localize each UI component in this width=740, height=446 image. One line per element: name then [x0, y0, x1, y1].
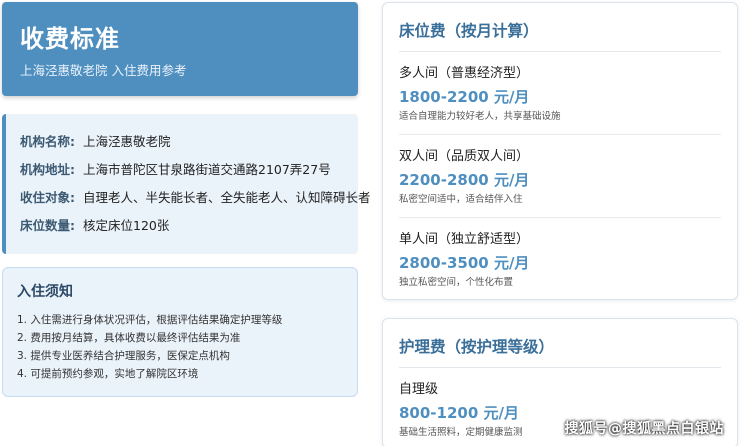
- page-title: 收费标准: [20, 25, 120, 53]
- info-row-name: 机构名称: 上海泾惠敬老院: [20, 126, 344, 154]
- tier-name: 多人间（普惠经济型）: [399, 66, 530, 81]
- notice-item: 1. 入住需进行身体状况评估，根据评估结果确定护理等级: [17, 314, 283, 326]
- bed-tier-single: 单人间（独立舒适型） 2800-3500 元/月 独立私密空间，个性化布置: [399, 218, 721, 300]
- page-subtitle: 上海泾惠敬老院 入住费用参考: [20, 63, 187, 78]
- info-value: 上海泾惠敬老院: [83, 133, 171, 149]
- tier-description: 私密空间适中，适合结伴入住: [399, 194, 523, 205]
- bed-fee-title: 床位费（按月计算）: [399, 19, 721, 52]
- info-row-address: 机构地址: 上海市普陀区甘泉路街道交通路2107弄27号: [20, 154, 344, 182]
- info-key: 收住对象:: [20, 189, 75, 205]
- info-key: 机构地址:: [20, 161, 75, 177]
- info-row-beds: 床位数量: 核定床位120张: [20, 210, 344, 238]
- info-value: 上海市普陀区甘泉路街道交通路2107弄27号: [83, 161, 331, 177]
- info-key: 机构名称:: [20, 133, 75, 149]
- institution-info-card: 机构名称: 上海泾惠敬老院 机构地址: 上海市普陀区甘泉路街道交通路2107弄2…: [2, 114, 371, 254]
- tier-description: 适合自理能力较好老人，共享基础设施: [399, 111, 561, 122]
- bed-tier-double: 双人间（品质双人间） 2200-2800 元/月 私密空间适中，适合结伴入住: [399, 135, 721, 218]
- care-fee-title: 护理费（按护理等级）: [399, 335, 721, 368]
- notice-item: 3. 提供专业医养结合护理服务，医保定点机构: [17, 350, 230, 362]
- header-card: 收费标准 上海泾惠敬老院 入住费用参考: [2, 2, 358, 96]
- notice-item: 2. 费用按月结算，具体收费以最终评估结果为准: [17, 332, 241, 344]
- tier-description: 独立私密空间，个性化布置: [399, 277, 514, 288]
- tier-name: 单人间（独立舒适型）: [399, 232, 530, 247]
- info-value: 核定床位120张: [83, 217, 170, 233]
- admission-notice-card: 入住须知 1. 入住需进行身体状况评估，根据评估结果确定护理等级 2. 费用按月…: [2, 267, 358, 397]
- tier-price: 2800-3500 元/月: [399, 254, 530, 272]
- info-key: 床位数量:: [20, 217, 75, 233]
- info-value: 自理老人、半失能长者、全失能老人、认知障碍长者: [83, 189, 371, 205]
- notice-title: 入住须知: [17, 284, 73, 300]
- bed-fee-card: 床位费（按月计算） 多人间（普惠经济型） 1800-2200 元/月 适合自理能…: [382, 2, 738, 300]
- tier-price: 1800-2200 元/月: [399, 88, 530, 106]
- bed-tier-shared: 多人间（普惠经济型） 1800-2200 元/月 适合自理能力较好老人，共享基础…: [399, 52, 721, 135]
- watermark: 搜狐号@搜狐黑点白银站: [564, 421, 724, 437]
- tier-name: 自理级: [399, 382, 439, 397]
- tier-name: 双人间（品质双人间）: [399, 149, 530, 164]
- info-row-residents: 收住对象: 自理老人、半失能长者、全失能老人、认知障碍长者: [20, 182, 371, 210]
- notice-item: 4. 可提前预约参观，实地了解院区环境: [17, 368, 199, 380]
- tier-price: 2200-2800 元/月: [399, 171, 530, 189]
